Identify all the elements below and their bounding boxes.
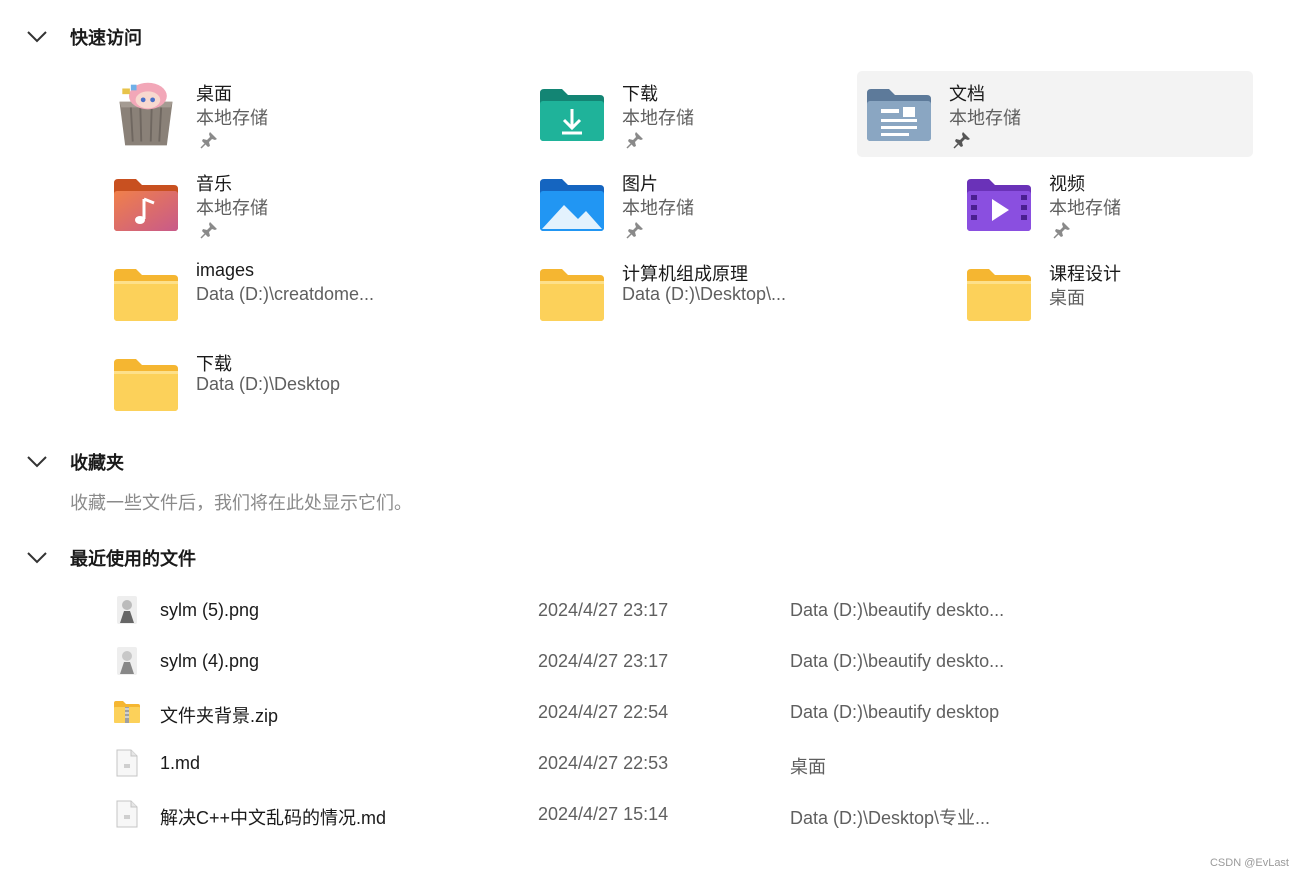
quick-access-tile-documents[interactable]: 文档 本地存储 [857,71,1253,157]
pin-icon [200,221,218,239]
chevron-down-icon[interactable] [24,449,50,475]
recent-files-header: 最近使用的文件 [24,545,196,571]
quick-access-tile-pictures[interactable]: 图片 本地存储 [530,161,926,247]
section-title: 快速访问 [70,28,142,48]
folder-icon [536,257,608,333]
tile-name: 文档 [949,84,985,104]
file-name: sylm (4).png [160,651,260,671]
tile-location: 本地存储 [1049,198,1121,218]
file-name: 文件夹背景.zip [160,706,279,726]
tile-name: 音乐 [196,174,232,194]
file-location: 桌面 [790,757,826,777]
tile-location: 本地存储 [949,108,1021,128]
tile-name: 下载 [196,354,232,374]
file-location: Data (D:)\beautify deskto... [790,651,1005,671]
quick-access-tile-downloads-d[interactable]: 下载 Data (D:)\Desktop [104,341,500,427]
tile-name: 桌面 [196,84,232,104]
tile-location: 本地存储 [196,198,268,218]
music-folder-icon [110,167,182,243]
tile-location: Data (D:)\Desktop [196,374,341,394]
quick-access-tile-music[interactable]: 音乐 本地存储 [104,161,500,247]
folder-icon [110,257,182,333]
file-date: 2024/4/27 23:17 [538,651,669,671]
quick-access-header: 快速访问 [24,24,142,50]
text-file-icon [112,799,142,829]
pictures-folder-icon [536,167,608,243]
desktop-folder-icon [110,77,182,153]
tile-name: 课程设计 [1049,264,1121,284]
pin-icon [626,131,644,149]
recent-file-row[interactable]: 文件夹背景.zip 2024/4/27 22:54 Data (D:)\beau… [100,689,1250,733]
documents-folder-icon [863,77,935,153]
file-date: 2024/4/27 22:53 [538,753,669,773]
folder-icon [110,347,182,423]
file-date: 2024/4/27 22:54 [538,702,669,722]
section-title: 收藏夹 [70,453,124,473]
quick-access-tile-videos[interactable]: 视频 本地存储 [957,161,1303,247]
image-file-icon [112,595,142,625]
tile-name: 计算机组成原理 [622,264,748,284]
tile-location: 本地存储 [196,108,268,128]
file-name: sylm (5).png [160,600,260,620]
pin-icon [626,221,644,239]
recent-file-row[interactable]: sylm (5).png 2024/4/27 23:17 Data (D:)\b… [100,587,1250,631]
tile-location: 桌面 [1049,288,1085,308]
file-location: Data (D:)\Desktop\专业... [790,808,991,828]
tile-name: images [196,260,255,280]
folder-icon [963,257,1035,333]
file-date: 2024/4/27 23:17 [538,600,669,620]
chevron-down-icon[interactable] [24,545,50,571]
image-file-icon [112,646,142,676]
quick-access-tile-course-design[interactable]: 课程设计 桌面 [957,251,1303,337]
favorites-header: 收藏夹 [24,449,124,475]
pin-icon [953,131,971,149]
chevron-down-icon[interactable] [24,24,50,50]
tile-location: 本地存储 [622,108,694,128]
file-date: 2024/4/27 15:14 [538,804,669,824]
quick-access-tile-images[interactable]: images Data (D:)\creatdome... [104,251,500,337]
pin-icon [1053,221,1071,239]
section-title: 最近使用的文件 [70,549,196,569]
file-location: Data (D:)\beautify deskto... [790,600,1005,620]
tile-name: 图片 [622,174,658,194]
file-name: 1.md [160,753,201,773]
tile-location: 本地存储 [622,198,694,218]
videos-folder-icon [963,167,1035,243]
tile-name: 视频 [1049,174,1085,194]
tile-name: 下载 [622,84,658,104]
quick-access-tile-desktop[interactable]: 桌面 本地存储 [104,71,500,157]
file-location: Data (D:)\beautify desktop [790,702,1000,722]
downloads-folder-icon [536,77,608,153]
zip-folder-icon [112,697,142,727]
file-name: 解决C++中文乱码的情况.md [160,808,387,828]
favorites-empty-message: 收藏一些文件后，我们将在此处显示它们。 [70,493,412,513]
tile-location: Data (D:)\creatdome... [196,284,375,304]
recent-file-row[interactable]: 解决C++中文乱码的情况.md 2024/4/27 15:14 Data (D:… [100,791,1250,835]
text-file-icon [112,748,142,778]
tile-location: Data (D:)\Desktop\... [622,284,787,304]
watermark: CSDN @EvLast [1209,857,1289,869]
quick-access-tile-computer-organization[interactable]: 计算机组成原理 Data (D:)\Desktop\... [530,251,926,337]
recent-file-row[interactable]: 1.md 2024/4/27 22:53 桌面 [100,740,1250,784]
pin-icon [200,131,218,149]
recent-file-row[interactable]: sylm (4).png 2024/4/27 23:17 Data (D:)\b… [100,638,1250,682]
